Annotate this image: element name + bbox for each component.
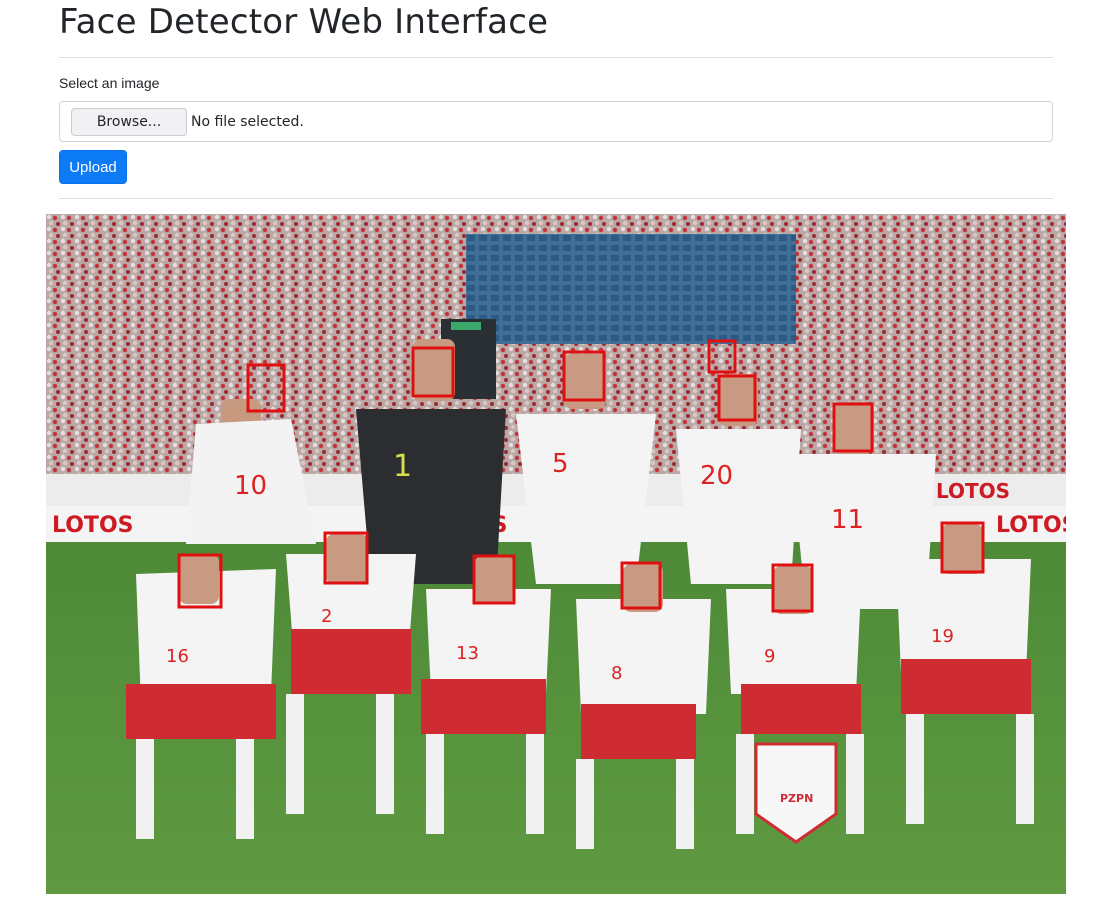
svg-text:LOTOS: LOTOS bbox=[936, 479, 1010, 503]
svg-text:5: 5 bbox=[552, 449, 569, 479]
svg-text:1: 1 bbox=[393, 449, 412, 484]
page-title: Face Detector Web Interface bbox=[59, 2, 549, 42]
svg-text:9: 9 bbox=[764, 646, 775, 667]
svg-text:10: 10 bbox=[234, 471, 267, 501]
team-photo-image: LOTOS LOTOS LOTOS LOTOS LOTOS 10 1 5 20 bbox=[46, 214, 1066, 894]
upload-button[interactable]: Upload bbox=[59, 150, 127, 184]
svg-text:2: 2 bbox=[321, 606, 332, 627]
page-container: Face Detector Web Interface Select an im… bbox=[59, 0, 1053, 199]
svg-text:LOTOS: LOTOS bbox=[52, 513, 134, 538]
browse-button[interactable]: Browse... bbox=[71, 107, 187, 136]
svg-text:16: 16 bbox=[166, 646, 189, 667]
svg-text:20: 20 bbox=[700, 461, 733, 491]
header-divider bbox=[59, 57, 1053, 58]
svg-text:11: 11 bbox=[831, 505, 864, 535]
svg-text:LOTOS: LOTOS bbox=[996, 513, 1066, 538]
svg-text:13: 13 bbox=[456, 643, 479, 664]
svg-text:8: 8 bbox=[611, 663, 622, 684]
form-divider bbox=[59, 198, 1053, 199]
file-label: Select an image bbox=[59, 75, 160, 91]
result-image: LOTOS LOTOS LOTOS LOTOS LOTOS 10 1 5 20 bbox=[46, 214, 1066, 894]
file-status: No file selected. bbox=[191, 113, 304, 130]
svg-text:PZPN: PZPN bbox=[780, 792, 813, 805]
empty-seats bbox=[466, 234, 796, 344]
file-input[interactable]: Browse... No file selected. bbox=[59, 101, 1053, 142]
svg-text:19: 19 bbox=[931, 626, 954, 647]
